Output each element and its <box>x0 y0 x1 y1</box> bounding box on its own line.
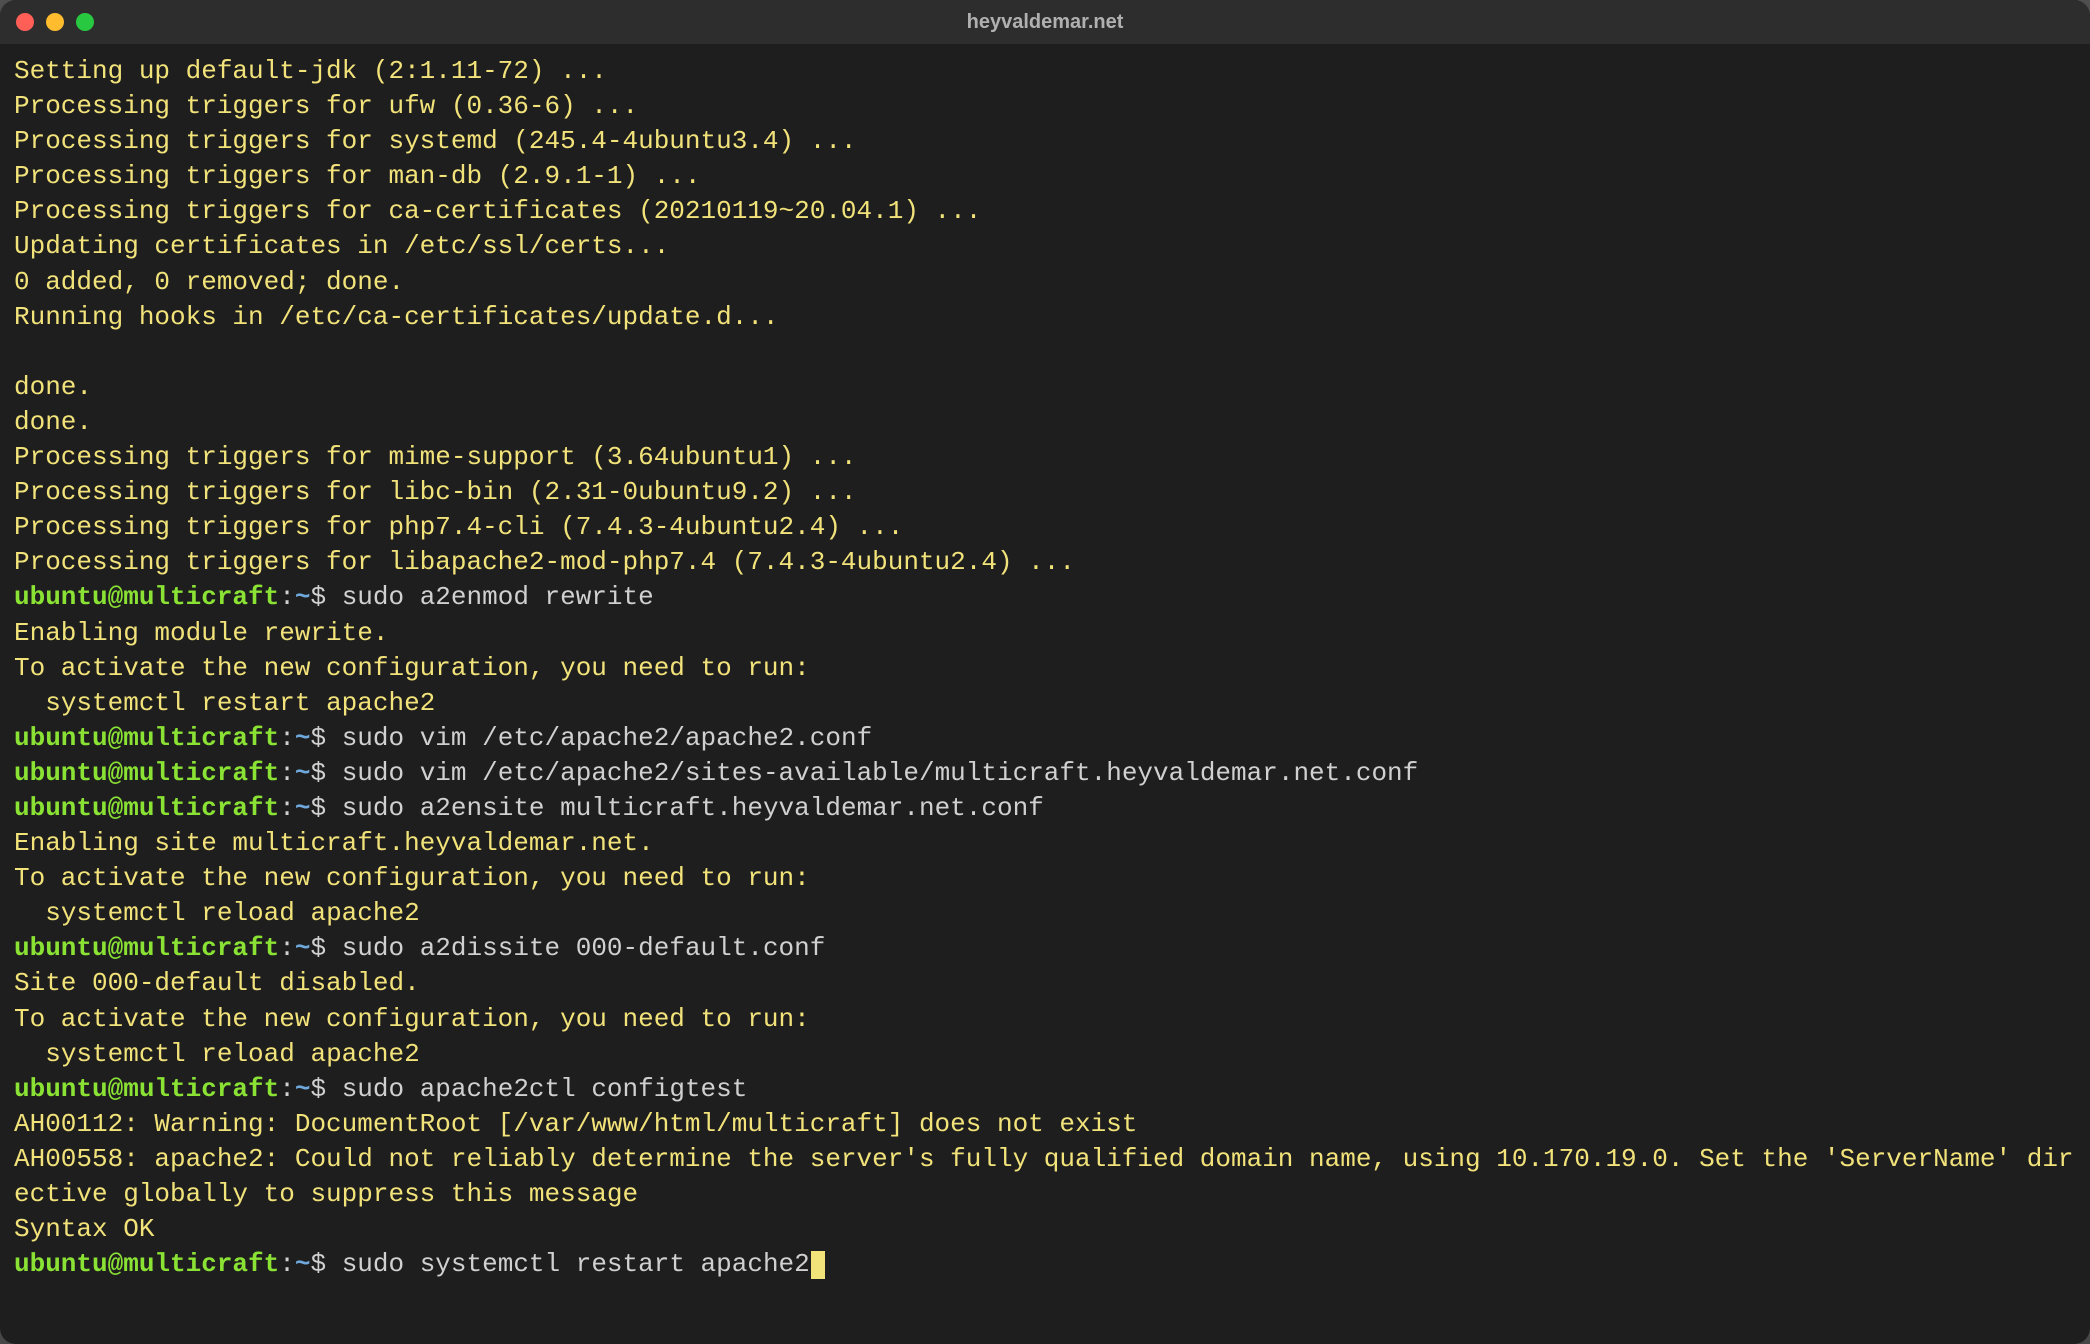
terminal-command-line: ubuntu@multicraft:~$ sudo apache2ctl con… <box>14 1072 2076 1107</box>
prompt-separator: : <box>279 1249 295 1279</box>
terminal-output-line: Enabling module rewrite. <box>14 616 2076 651</box>
prompt-separator: : <box>279 933 295 963</box>
prompt-path: ~ <box>295 582 311 612</box>
prompt-separator: : <box>279 793 295 823</box>
minimize-icon[interactable] <box>46 13 64 31</box>
command-text: sudo vim /etc/apache2/apache2.conf <box>342 723 873 753</box>
terminal-command-line: ubuntu@multicraft:~$ sudo a2dissite 000-… <box>14 931 2076 966</box>
prompt-user-host: ubuntu@multicraft <box>14 1074 279 1104</box>
prompt-user-host: ubuntu@multicraft <box>14 758 279 788</box>
terminal-output-line: done. <box>14 405 2076 440</box>
prompt-separator: : <box>279 582 295 612</box>
command-text: sudo a2dissite 000-default.conf <box>342 933 826 963</box>
prompt-path: ~ <box>295 1074 311 1104</box>
terminal-output-line: Processing triggers for mime-support (3.… <box>14 440 2076 475</box>
terminal-output-line: AH00558: apache2: Could not reliably det… <box>14 1142 2076 1212</box>
prompt-user-host: ubuntu@multicraft <box>14 793 279 823</box>
prompt-separator: : <box>279 723 295 753</box>
terminal-output-line: Updating certificates in /etc/ssl/certs.… <box>14 229 2076 264</box>
terminal-output-line: AH00112: Warning: DocumentRoot [/var/www… <box>14 1107 2076 1142</box>
terminal-output-line: systemctl reload apache2 <box>14 1037 2076 1072</box>
window-title: heyvaldemar.net <box>0 11 2090 34</box>
command-text: sudo a2ensite multicraft.heyvaldemar.net… <box>342 793 1044 823</box>
terminal-output-line: To activate the new configuration, you n… <box>14 1002 2076 1037</box>
terminal-window: heyvaldemar.net Setting up default-jdk (… <box>0 0 2090 1344</box>
prompt-user-host: ubuntu@multicraft <box>14 723 279 753</box>
terminal-output-line: To activate the new configuration, you n… <box>14 861 2076 896</box>
prompt-dollar: $ <box>310 1249 341 1279</box>
prompt-path: ~ <box>295 723 311 753</box>
terminal-body[interactable]: Setting up default-jdk (2:1.11-72) ...Pr… <box>0 44 2090 1344</box>
terminal-output-line: Site 000-default disabled. <box>14 966 2076 1001</box>
terminal-output-line: systemctl reload apache2 <box>14 896 2076 931</box>
terminal-output-line: Setting up default-jdk (2:1.11-72) ... <box>14 54 2076 89</box>
terminal-output-line: To activate the new configuration, you n… <box>14 651 2076 686</box>
prompt-dollar: $ <box>310 582 341 612</box>
prompt-path: ~ <box>295 933 311 963</box>
terminal-command-line: ubuntu@multicraft:~$ sudo a2ensite multi… <box>14 791 2076 826</box>
prompt-user-host: ubuntu@multicraft <box>14 1249 279 1279</box>
terminal-command-line: ubuntu@multicraft:~$ sudo vim /etc/apach… <box>14 721 2076 756</box>
prompt-dollar: $ <box>310 758 341 788</box>
terminal-output-line: systemctl restart apache2 <box>14 686 2076 721</box>
terminal-command-line: ubuntu@multicraft:~$ sudo systemctl rest… <box>14 1247 2076 1282</box>
traffic-lights <box>16 13 94 31</box>
prompt-user-host: ubuntu@multicraft <box>14 933 279 963</box>
terminal-output-line: Processing triggers for libc-bin (2.31-0… <box>14 475 2076 510</box>
titlebar: heyvaldemar.net <box>0 0 2090 44</box>
command-text: sudo a2enmod rewrite <box>342 582 654 612</box>
prompt-separator: : <box>279 1074 295 1104</box>
command-text: sudo systemctl restart apache2 <box>342 1249 810 1279</box>
terminal-output-line: 0 added, 0 removed; done. <box>14 265 2076 300</box>
maximize-icon[interactable] <box>76 13 94 31</box>
cursor-icon <box>811 1251 825 1279</box>
prompt-separator: : <box>279 758 295 788</box>
prompt-dollar: $ <box>310 793 341 823</box>
terminal-output-line <box>14 335 2076 370</box>
terminal-output-line: Enabling site multicraft.heyvaldemar.net… <box>14 826 2076 861</box>
terminal-output-line: Processing triggers for ca-certificates … <box>14 194 2076 229</box>
prompt-dollar: $ <box>310 723 341 753</box>
terminal-output-line: Processing triggers for systemd (245.4-4… <box>14 124 2076 159</box>
terminal-output-line: done. <box>14 370 2076 405</box>
terminal-output-line: Processing triggers for ufw (0.36-6) ... <box>14 89 2076 124</box>
terminal-output-line: Syntax OK <box>14 1212 2076 1247</box>
prompt-dollar: $ <box>310 933 341 963</box>
terminal-command-line: ubuntu@multicraft:~$ sudo a2enmod rewrit… <box>14 580 2076 615</box>
terminal-output-line: Processing triggers for php7.4-cli (7.4.… <box>14 510 2076 545</box>
terminal-output-line: Running hooks in /etc/ca-certificates/up… <box>14 300 2076 335</box>
terminal-output-line: Processing triggers for man-db (2.9.1-1)… <box>14 159 2076 194</box>
command-text: sudo apache2ctl configtest <box>342 1074 748 1104</box>
terminal-output-line: Processing triggers for libapache2-mod-p… <box>14 545 2076 580</box>
terminal-command-line: ubuntu@multicraft:~$ sudo vim /etc/apach… <box>14 756 2076 791</box>
prompt-path: ~ <box>295 793 311 823</box>
prompt-path: ~ <box>295 758 311 788</box>
prompt-user-host: ubuntu@multicraft <box>14 582 279 612</box>
command-text: sudo vim /etc/apache2/sites-available/mu… <box>342 758 1419 788</box>
prompt-dollar: $ <box>310 1074 341 1104</box>
prompt-path: ~ <box>295 1249 311 1279</box>
close-icon[interactable] <box>16 13 34 31</box>
